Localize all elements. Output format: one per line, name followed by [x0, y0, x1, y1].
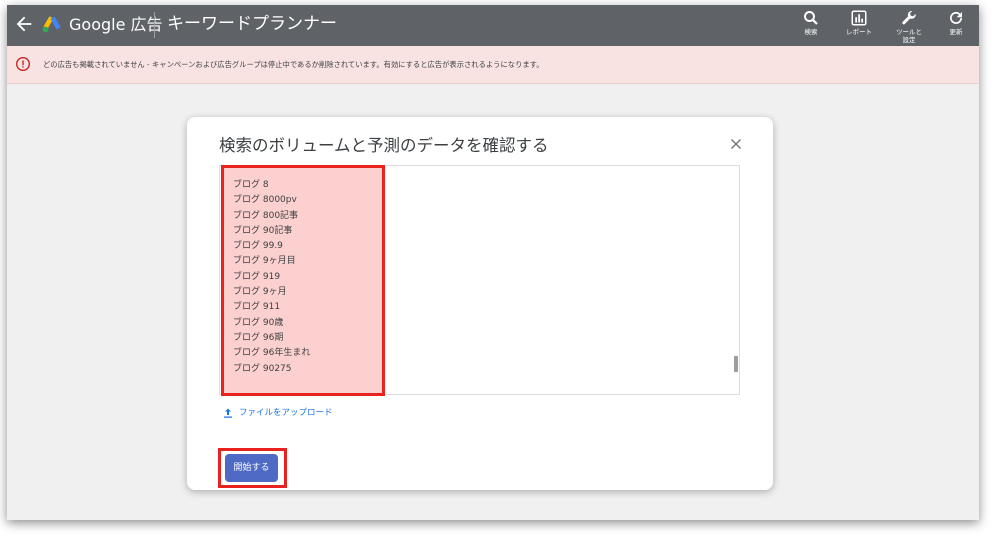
keyword-line: ブログ 96年生まれ	[233, 348, 311, 359]
page-title: キーワードプランナー	[167, 14, 337, 34]
search-icon	[804, 11, 818, 25]
keyword-line: ブログ 800記事	[233, 210, 299, 221]
textarea-scrollbar[interactable]	[734, 356, 738, 372]
upload-icon	[224, 408, 232, 418]
top-app-bar: Google 広告 キーワードプランナー 検索 レポート ツールと設定 更新	[7, 5, 979, 46]
warning-banner: どの広告も掲載されていません - キャンペーンおよび広告グループは停止中であるか…	[7, 46, 979, 84]
refresh-icon	[950, 11, 962, 24]
upload-file-label: ファイルをアップロード	[239, 408, 333, 418]
title-divider	[154, 12, 155, 38]
alert-icon	[16, 57, 30, 71]
keyword-line: ブログ 90275	[233, 363, 292, 374]
keyword-line: ブログ 90歳	[233, 317, 284, 328]
close-icon[interactable]	[727, 135, 745, 153]
app-window: Google 広告 キーワードプランナー 検索 レポート ツールと設定 更新 ど…	[7, 5, 979, 520]
keyword-line: ブログ 911	[233, 302, 281, 313]
back-arrow-icon[interactable]	[13, 13, 35, 35]
keyword-line: ブログ 8	[233, 180, 269, 190]
keyword-line: ブログ 99.9	[233, 241, 283, 252]
google-ads-logo-icon	[42, 16, 61, 33]
keyword-line: ブログ 96期	[233, 332, 284, 343]
product-name: Google 広告	[69, 15, 163, 34]
start-button[interactable]: 開始する	[225, 454, 278, 482]
warning-banner-text: どの広告も掲載されていません - キャンペーンおよび広告グループは停止中であるか…	[43, 60, 544, 69]
keyword-list: ブログ 8 ブログ 8000pv ブログ 800記事 ブログ 90記事 ブログ …	[233, 178, 310, 377]
toolbar-tools-label: ツールと設定	[896, 28, 922, 44]
keyword-line: ブログ 919	[233, 271, 281, 282]
toolbar-report-label: レポート	[846, 28, 872, 36]
toolbar-refresh-button[interactable]: 更新	[934, 9, 978, 36]
toolbar-report-button[interactable]: レポート	[837, 9, 881, 36]
dialog-title: 検索のボリュームと予測のデータを確認する	[219, 136, 549, 155]
toolbar-tools-button[interactable]: ツールと設定	[887, 9, 931, 44]
toolbar-search-label: 検索	[804, 28, 818, 36]
toolbar-search-button[interactable]: 検索	[789, 9, 833, 36]
toolbar-refresh-label: 更新	[949, 28, 963, 36]
keyword-line: ブログ 8000pv	[233, 195, 297, 206]
keyword-line: ブログ 9ヶ月目	[233, 256, 296, 267]
keyword-volume-dialog: 検索のボリュームと予測のデータを確認する ブログ 8 ブログ 8000pv ブロ…	[187, 117, 773, 490]
keyword-line: ブログ 90記事	[233, 225, 293, 236]
report-icon	[851, 10, 867, 26]
keyword-line: ブログ 9ヶ月	[233, 287, 287, 298]
wrench-icon	[902, 10, 916, 25]
